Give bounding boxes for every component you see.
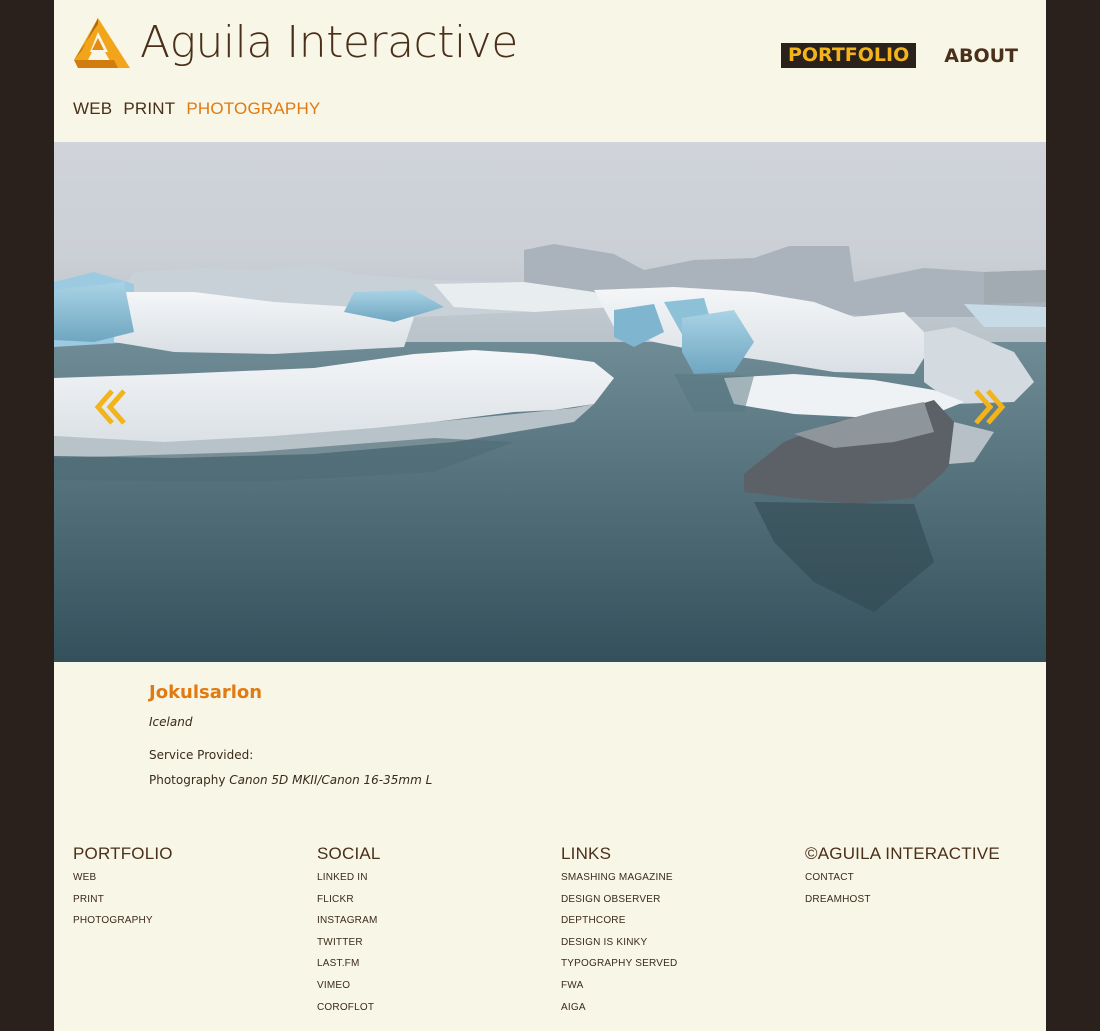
footer-column-company: ©AGUILA INTERACTIVE CONTACT DREAMHOST xyxy=(805,844,1049,1018)
footer-link[interactable]: COROFLOT xyxy=(317,997,561,1019)
subnav-web[interactable]: WEB xyxy=(73,99,112,119)
footer-link[interactable]: LINKED IN xyxy=(317,867,561,889)
prev-slide-button[interactable] xyxy=(94,387,130,427)
nav-about[interactable]: ABOUT xyxy=(944,45,1018,67)
footer-heading: ©AGUILA INTERACTIVE xyxy=(805,844,1000,863)
sub-nav: WEB PRINT PHOTOGRAPHY xyxy=(73,99,331,119)
footer-link[interactable]: SMASHING MAGAZINE xyxy=(561,867,805,889)
hero-photo xyxy=(54,244,1046,662)
footer-column-portfolio: PORTFOLIO WEB PRINT PHOTOGRAPHY xyxy=(73,844,317,1018)
double-chevron-right-icon xyxy=(974,389,1006,425)
footer-link[interactable]: LAST.FM xyxy=(317,953,561,975)
project-location: Iceland xyxy=(149,715,193,729)
footer: PORTFOLIO WEB PRINT PHOTOGRAPHY SOCIAL L… xyxy=(73,844,1049,1018)
double-chevron-left-icon xyxy=(94,389,126,425)
equipment: Canon 5D MKII/Canon 16-35mm L xyxy=(229,773,433,787)
footer-link[interactable]: CONTACT xyxy=(805,867,1049,889)
footer-link[interactable]: AIGA xyxy=(561,997,805,1019)
footer-column-links: LINKS SMASHING MAGAZINE DESIGN OBSERVER … xyxy=(561,844,805,1018)
service-name: Photography xyxy=(149,773,226,787)
footer-link[interactable]: DESIGN IS KINKY xyxy=(561,932,805,954)
footer-link[interactable]: FLICKR xyxy=(317,889,561,911)
subnav-print[interactable]: PRINT xyxy=(123,99,175,119)
footer-link[interactable]: DEPTHCORE xyxy=(561,910,805,932)
project-details: Jokulsarlon Iceland Service Provided: Ph… xyxy=(149,682,432,787)
footer-link[interactable]: DESIGN OBSERVER xyxy=(561,889,805,911)
aguila-logo-icon xyxy=(74,18,130,68)
footer-heading: LINKS xyxy=(561,844,612,863)
page: Aguila Interactive PORTFOLIO ABOUT WEB P… xyxy=(54,0,1046,1031)
footer-link[interactable]: FWA xyxy=(561,975,805,997)
footer-link[interactable]: PRINT xyxy=(73,889,317,911)
logo-text: Aguila Interactive xyxy=(140,17,518,68)
next-slide-button[interactable] xyxy=(970,387,1006,427)
service-label: Service Provided: xyxy=(149,748,254,762)
footer-link[interactable]: TWITTER xyxy=(317,932,561,954)
logo[interactable]: Aguila Interactive xyxy=(74,18,518,68)
service-description: Photography Canon 5D MKII/Canon 16-35mm … xyxy=(149,773,432,787)
footer-heading: SOCIAL xyxy=(317,844,381,863)
nav-portfolio[interactable]: PORTFOLIO xyxy=(780,43,917,68)
hero-slideshow xyxy=(54,142,1046,662)
footer-link[interactable]: DREAMHOST xyxy=(805,889,1049,911)
footer-heading: PORTFOLIO xyxy=(73,844,173,863)
main-nav: PORTFOLIO ABOUT xyxy=(780,43,1018,68)
footer-link[interactable]: WEB xyxy=(73,867,317,889)
footer-link[interactable]: TYPOGRAPHY SERVED xyxy=(561,953,805,975)
footer-link[interactable]: PHOTOGRAPHY xyxy=(73,910,317,932)
footer-column-social: SOCIAL LINKED IN FLICKR INSTAGRAM TWITTE… xyxy=(317,844,561,1018)
footer-link[interactable]: INSTAGRAM xyxy=(317,910,561,932)
footer-link[interactable]: VIMEO xyxy=(317,975,561,997)
subnav-photography[interactable]: PHOTOGRAPHY xyxy=(186,99,320,119)
project-title: Jokulsarlon xyxy=(149,682,263,703)
